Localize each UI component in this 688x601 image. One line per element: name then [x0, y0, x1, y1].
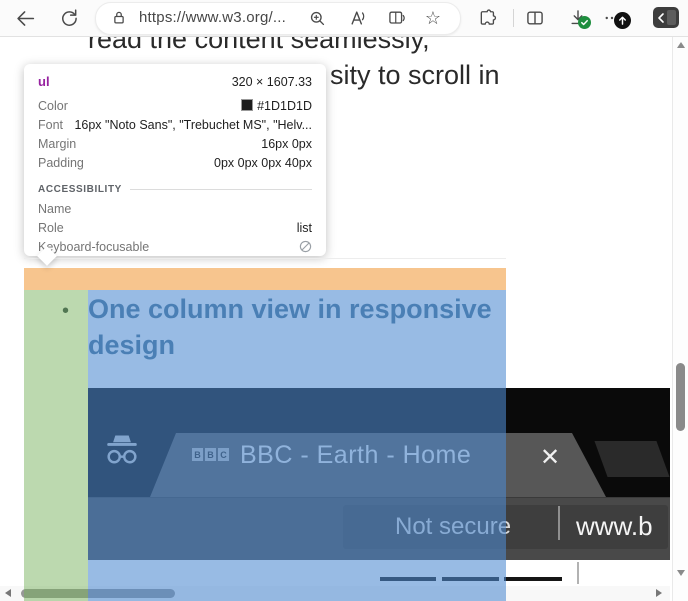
- update-available-badge: [614, 12, 631, 29]
- element-tag: ul: [38, 74, 50, 89]
- download-complete-badge: [578, 16, 591, 29]
- browser-window: read the content seamlessly, sity to scr…: [0, 0, 688, 601]
- content-dash: [380, 577, 436, 581]
- horizontal-scrollbar-thumb[interactable]: [21, 589, 175, 598]
- refresh-icon: [59, 8, 79, 28]
- sidebar-toggle-button[interactable]: [653, 7, 679, 28]
- margin-value: 16px 0px: [261, 137, 312, 151]
- favorites-button[interactable]: ☆: [419, 4, 447, 32]
- list-item-one-column: • One column view in responsive design: [88, 291, 492, 363]
- padding-label: Padding: [38, 156, 84, 170]
- horizontal-scrollbar[interactable]: [0, 586, 670, 601]
- list-item-text: One column view in responsive design: [88, 294, 492, 360]
- immersive-reader-button[interactable]: [383, 4, 411, 32]
- back-icon: [15, 8, 36, 29]
- star-icon: ☆: [425, 9, 441, 27]
- accessibility-section-label: ACCESSIBILITY: [38, 184, 122, 195]
- mobile-tab-close-icon: ✕: [540, 443, 560, 472]
- refresh-button[interactable]: [55, 4, 83, 32]
- color-swatch: [241, 99, 253, 111]
- split-screen-icon: [525, 8, 545, 28]
- color-value: #1D1D1D: [257, 99, 312, 113]
- check-icon: [580, 18, 589, 27]
- favicon-block: C: [218, 448, 229, 461]
- keyboard-focusable-label: Keyboard-focusable: [38, 240, 149, 254]
- read-aloud-icon: [348, 8, 368, 28]
- scroll-right-arrow[interactable]: [656, 589, 662, 597]
- mobile-toolbar: Not secure www.b: [88, 497, 670, 561]
- not-secure-label: Not secure: [395, 513, 511, 541]
- vertical-scrollbar-thumb[interactable]: [676, 363, 685, 431]
- browser-toolbar: https://www.w3.org/... ☆: [0, 0, 688, 37]
- mobile-background-tab: [594, 441, 669, 477]
- address-divider: [558, 506, 560, 540]
- scroll-up-arrow[interactable]: [677, 42, 685, 48]
- page-text-line2-fragment: sity to scroll in: [330, 60, 500, 91]
- immersive-reader-icon: [387, 8, 407, 28]
- back-button[interactable]: [11, 4, 39, 32]
- not-focusable-icon: [299, 240, 312, 253]
- element-dimensions: 320 × 1607.33: [232, 75, 312, 89]
- sidebar-arrow-icon: [654, 11, 668, 25]
- read-aloud-button[interactable]: [344, 4, 372, 32]
- font-label: Font: [38, 118, 63, 132]
- padding-value: 0px 0px 0px 40px: [214, 156, 312, 170]
- vertical-scrollbar[interactable]: [672, 36, 688, 601]
- extensions-icon: [478, 8, 498, 28]
- content-dash: [442, 577, 499, 581]
- name-label: Name: [38, 202, 71, 216]
- devtools-margin-overlay: [24, 268, 506, 290]
- scroll-down-arrow[interactable]: [677, 570, 685, 576]
- favicon-block: B: [192, 448, 203, 461]
- content-divider-line: [577, 562, 579, 584]
- bbc-favicon: B B C: [192, 448, 229, 461]
- lock-icon: [110, 9, 128, 27]
- bbc-mobile-screenshot-image: B B C BBC - Earth - Home ✕: [88, 388, 670, 601]
- role-label: Role: [38, 221, 64, 235]
- up-arrow-icon: [617, 15, 628, 26]
- accessibility-section-line: [130, 189, 312, 190]
- mobile-url-text: www.b: [576, 511, 653, 542]
- scroll-left-arrow[interactable]: [5, 589, 11, 597]
- margin-label: Margin: [38, 137, 76, 151]
- bullet-marker: •: [62, 293, 69, 329]
- extensions-button[interactable]: [474, 4, 502, 32]
- url-text[interactable]: https://www.w3.org/...: [139, 9, 286, 26]
- favicon-block: B: [205, 448, 216, 461]
- font-value: 16px "Noto Sans", "Trebuchet MS", "Helv.…: [74, 118, 312, 132]
- zoom-in-icon: [308, 9, 327, 28]
- split-screen-button[interactable]: [521, 4, 549, 32]
- page-divider-line: [24, 258, 506, 259]
- devtools-padding-overlay: [24, 290, 88, 601]
- role-value: list: [297, 221, 312, 235]
- content-dash: [504, 577, 562, 581]
- devtools-element-tooltip: ul 320 × 1607.33 Color #1D1D1D Font 16px…: [24, 64, 326, 256]
- mobile-tab-title: BBC - Earth - Home: [240, 441, 471, 470]
- sidebar-panel-shape: [667, 10, 676, 25]
- incognito-icon: [102, 430, 142, 470]
- color-label: Color: [38, 99, 68, 113]
- toolbar-divider: [513, 9, 514, 27]
- zoom-button[interactable]: [303, 4, 331, 32]
